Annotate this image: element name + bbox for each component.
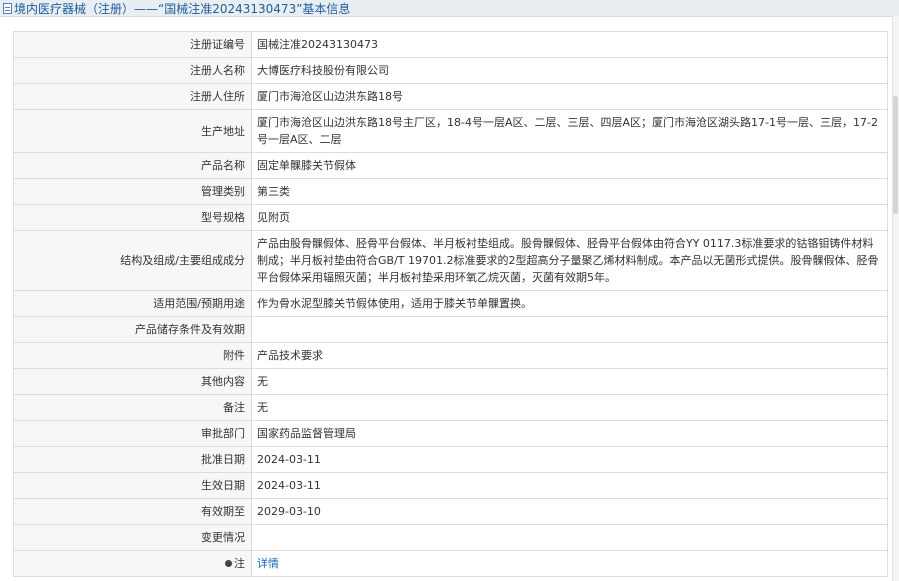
row-value: 大博医疗科技股份有限公司 (251, 57, 888, 84)
table-row: 批准日期 2024-03-11 (13, 446, 888, 473)
table-row: 管理类别 第三类 (13, 178, 888, 205)
row-value (251, 316, 888, 343)
row-label: 产品储存条件及有效期 (13, 316, 252, 343)
table-row: 产品储存条件及有效期 (13, 316, 888, 343)
row-value: 第三类 (251, 178, 888, 205)
row-value: 产品由股骨髁假体、胫骨平台假体、半月板衬垫组成。股骨髁假体、胫骨平台假体由符合Y… (251, 230, 888, 291)
table-row: 生产地址 厦门市海沧区山边洪东路18号主厂区，18-4号一层A区、二层、三层、四层… (13, 109, 888, 153)
table-row: 注册证编号 国械注准20243130473 (13, 31, 888, 58)
row-label: 管理类别 (13, 178, 252, 205)
table-row: 变更情况 (13, 524, 888, 551)
row-value: 2024-03-11 (251, 472, 888, 499)
row-value: 2029-03-10 (251, 498, 888, 525)
note-label-cell: 注 (13, 550, 252, 577)
row-label: 批准日期 (13, 446, 252, 473)
table-row: 注册人住所 厦门市海沧区山边洪东路18号 (13, 83, 888, 110)
row-label: 附件 (13, 342, 252, 369)
detail-link[interactable]: 详情 (257, 557, 279, 570)
row-label: 型号规格 (13, 204, 252, 231)
pin-icon (225, 560, 232, 567)
table-row: 有效期至 2029-03-10 (13, 498, 888, 525)
row-label: 有效期至 (13, 498, 252, 525)
row-value: 厦门市海沧区山边洪东路18号 (251, 83, 888, 110)
table-row: 结构及组成/主要组成成分 产品由股骨髁假体、胫骨平台假体、半月板衬垫组成。股骨髁假… (13, 230, 888, 291)
note-value-cell: 详情 (251, 550, 888, 577)
table-row-note: 注详情 (13, 550, 888, 577)
row-label: 注册证编号 (13, 31, 252, 58)
row-label: 其他内容 (13, 368, 252, 395)
row-value: 无 (251, 394, 888, 421)
row-value: 产品技术要求 (251, 342, 888, 369)
note-label: 注 (234, 557, 245, 570)
row-label: 注册人名称 (13, 57, 252, 84)
row-value: 固定单髁膝关节假体 (251, 152, 888, 179)
table-row: 审批部门 国家药品监督管理局 (13, 420, 888, 447)
row-label: 适用范围/预期用途 (13, 290, 252, 317)
row-label: 注册人住所 (13, 83, 252, 110)
info-table: 注册证编号 国械注准20243130473 注册人名称 大博医疗科技股份有限公司 注册人… (13, 31, 888, 577)
breadcrumb-bar: 境内医疗器械（注册）——“国械注准20243130473”基本信息 (0, 0, 899, 17)
row-label: 结构及组成/主要组成成分 (13, 230, 252, 291)
row-value: 国械注准20243130473 (251, 31, 888, 58)
table-row: 注册人名称 大博医疗科技股份有限公司 (13, 57, 888, 84)
row-value (251, 524, 888, 551)
table-row: 适用范围/预期用途 作为骨水泥型膝关节假体使用，适用于膝关节单髁置换。 (13, 290, 888, 317)
scrollbar-thumb[interactable] (893, 96, 898, 214)
row-label: 变更情况 (13, 524, 252, 551)
table-row: 型号规格 见附页 (13, 204, 888, 231)
row-value: 国家药品监督管理局 (251, 420, 888, 447)
table-row: 产品名称 固定单髁膝关节假体 (13, 152, 888, 179)
row-label: 备注 (13, 394, 252, 421)
table-row: 其他内容无 (13, 368, 888, 395)
row-label: 产品名称 (13, 152, 252, 179)
table-row: 生效日期 2024-03-11 (13, 472, 888, 499)
document-icon (3, 2, 12, 14)
row-value: 作为骨水泥型膝关节假体使用，适用于膝关节单髁置换。 (251, 290, 888, 317)
row-value: 无 (251, 368, 888, 395)
table-row: 附件 产品技术要求 (13, 342, 888, 369)
row-label: 生产地址 (13, 109, 252, 153)
row-value: 见附页 (251, 204, 888, 231)
row-value: 2024-03-11 (251, 446, 888, 473)
page-title: 境内医疗器械（注册）——“国械注准20243130473”基本信息 (14, 1, 351, 16)
row-label: 审批部门 (13, 420, 252, 447)
row-label: 生效日期 (13, 472, 252, 499)
table-row: 备注无 (13, 394, 888, 421)
row-value: 厦门市海沧区山边洪东路18号主厂区，18-4号一层A区、二层、三层、四层A区；厦… (251, 109, 888, 153)
